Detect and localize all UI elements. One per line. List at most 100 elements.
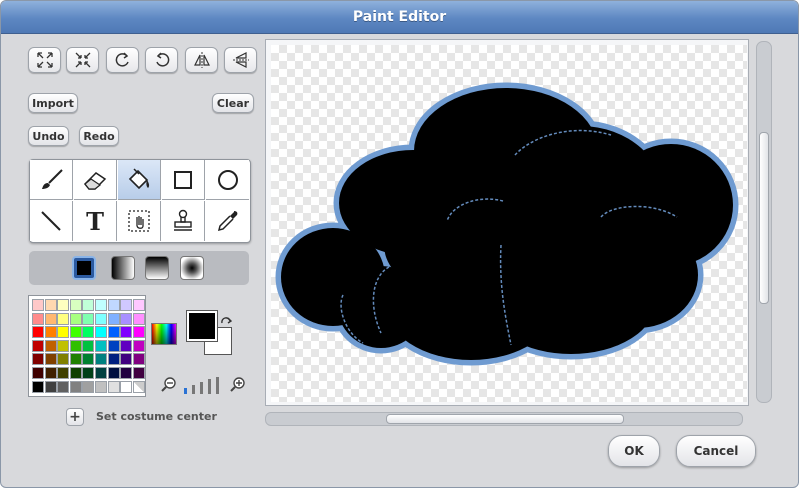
color-swatch[interactable] <box>120 326 133 339</box>
color-swatch[interactable] <box>69 380 82 393</box>
color-swatch[interactable] <box>44 299 57 311</box>
color-swatch[interactable] <box>107 339 120 352</box>
color-swatch[interactable] <box>120 380 133 393</box>
title-bar[interactable]: Paint Editor <box>1 1 798 34</box>
drawing-canvas[interactable] <box>271 45 747 402</box>
brush-size-bar-2[interactable] <box>192 385 195 394</box>
color-swatch[interactable] <box>57 367 70 379</box>
color-swatch[interactable] <box>82 367 95 379</box>
color-swatch[interactable] <box>32 299 44 311</box>
color-swatch[interactable] <box>82 353 95 366</box>
ellipse-tool[interactable] <box>206 160 249 200</box>
clear-button[interactable]: Clear <box>212 93 254 113</box>
vertical-scroll-thumb[interactable] <box>759 132 769 304</box>
color-swatch[interactable] <box>132 380 145 393</box>
color-swatch[interactable] <box>69 339 82 352</box>
rotate-left-button[interactable] <box>106 47 139 73</box>
brush-size-bar-3[interactable] <box>200 382 203 394</box>
color-swatch[interactable] <box>44 380 57 393</box>
color-swatch[interactable] <box>57 299 70 311</box>
color-swatch[interactable] <box>32 353 44 366</box>
color-swatch[interactable] <box>82 339 95 352</box>
swap-colors-button[interactable] <box>220 314 234 326</box>
color-swatch[interactable] <box>57 312 70 325</box>
color-swatch[interactable] <box>120 312 133 325</box>
color-swatch[interactable] <box>95 353 107 366</box>
color-swatch[interactable] <box>107 353 120 366</box>
color-swatch[interactable] <box>32 326 44 339</box>
color-swatch[interactable] <box>69 299 82 311</box>
zoom-out-button[interactable] <box>161 377 177 393</box>
zoom-in-button[interactable] <box>230 377 246 393</box>
eyedropper-tool[interactable] <box>206 201 249 241</box>
rotate-right-button[interactable] <box>145 47 178 73</box>
color-swatch[interactable] <box>44 326 57 339</box>
foreground-color-swatch[interactable] <box>186 310 218 342</box>
canvas-horizontal-scrollbar[interactable] <box>265 412 743 426</box>
color-swatch[interactable] <box>32 339 44 352</box>
color-swatch[interactable] <box>107 367 120 379</box>
horizontal-scroll-thumb[interactable] <box>386 414 624 424</box>
brush-size-bar-5[interactable] <box>216 377 219 394</box>
brush-size-bar-1[interactable] <box>184 388 187 394</box>
fill-bucket-tool[interactable] <box>118 160 161 200</box>
color-swatch[interactable] <box>120 367 133 379</box>
color-swatch[interactable] <box>32 380 44 393</box>
stamp-tool[interactable] <box>162 201 205 241</box>
color-swatch[interactable] <box>132 312 145 325</box>
color-swatch[interactable] <box>57 326 70 339</box>
color-swatch[interactable] <box>44 353 57 366</box>
color-swatch[interactable] <box>57 339 70 352</box>
color-swatch[interactable] <box>107 326 120 339</box>
brush-size-bar-4[interactable] <box>208 379 211 394</box>
color-swatch[interactable] <box>95 312 107 325</box>
color-swatch[interactable] <box>44 367 57 379</box>
text-tool[interactable]: T <box>74 201 117 241</box>
color-swatch[interactable] <box>69 312 82 325</box>
color-swatch[interactable] <box>120 339 133 352</box>
flip-vertical-button[interactable] <box>224 47 257 73</box>
flip-horizontal-button[interactable] <box>185 47 218 73</box>
color-swatch[interactable] <box>132 299 145 311</box>
color-swatch[interactable] <box>32 312 44 325</box>
color-swatch[interactable] <box>82 380 95 393</box>
import-button[interactable]: Import <box>28 93 78 113</box>
color-swatch[interactable] <box>132 367 145 379</box>
color-swatch[interactable] <box>44 312 57 325</box>
color-swatch[interactable] <box>95 339 107 352</box>
line-tool[interactable] <box>30 201 73 241</box>
color-swatch[interactable] <box>107 380 120 393</box>
paintbrush-tool[interactable] <box>30 160 73 200</box>
color-swatch[interactable] <box>44 339 57 352</box>
redo-button[interactable]: Redo <box>79 126 119 146</box>
color-swatch[interactable] <box>32 367 44 379</box>
color-swatch[interactable] <box>107 299 120 311</box>
color-spectrum-button[interactable] <box>151 323 177 345</box>
color-swatch[interactable] <box>95 299 107 311</box>
color-swatch[interactable] <box>69 353 82 366</box>
color-swatch[interactable] <box>69 367 82 379</box>
select-tool[interactable] <box>118 201 161 241</box>
canvas-vertical-scrollbar[interactable] <box>756 41 772 403</box>
color-swatch[interactable] <box>57 353 70 366</box>
fill-horizontal-gradient-option[interactable] <box>111 256 135 280</box>
fill-vertical-gradient-option[interactable] <box>145 256 169 280</box>
color-swatch[interactable] <box>95 326 107 339</box>
rectangle-tool[interactable] <box>162 160 205 200</box>
color-swatch[interactable] <box>95 380 107 393</box>
shrink-button[interactable] <box>66 47 99 73</box>
undo-button[interactable]: Undo <box>28 126 69 146</box>
color-swatch[interactable] <box>120 353 133 366</box>
cancel-button[interactable]: Cancel <box>676 435 756 467</box>
color-swatch[interactable] <box>95 367 107 379</box>
set-costume-center-button[interactable]: + <box>66 408 84 426</box>
color-swatch[interactable] <box>82 299 95 311</box>
eraser-tool[interactable] <box>74 160 117 200</box>
color-swatch[interactable] <box>132 339 145 352</box>
fill-solid-option[interactable] <box>72 256 96 280</box>
color-swatch[interactable] <box>107 312 120 325</box>
grow-button[interactable] <box>28 47 61 73</box>
color-swatch[interactable] <box>82 312 95 325</box>
fill-radial-gradient-option[interactable] <box>180 256 204 280</box>
color-swatch[interactable] <box>120 299 133 311</box>
